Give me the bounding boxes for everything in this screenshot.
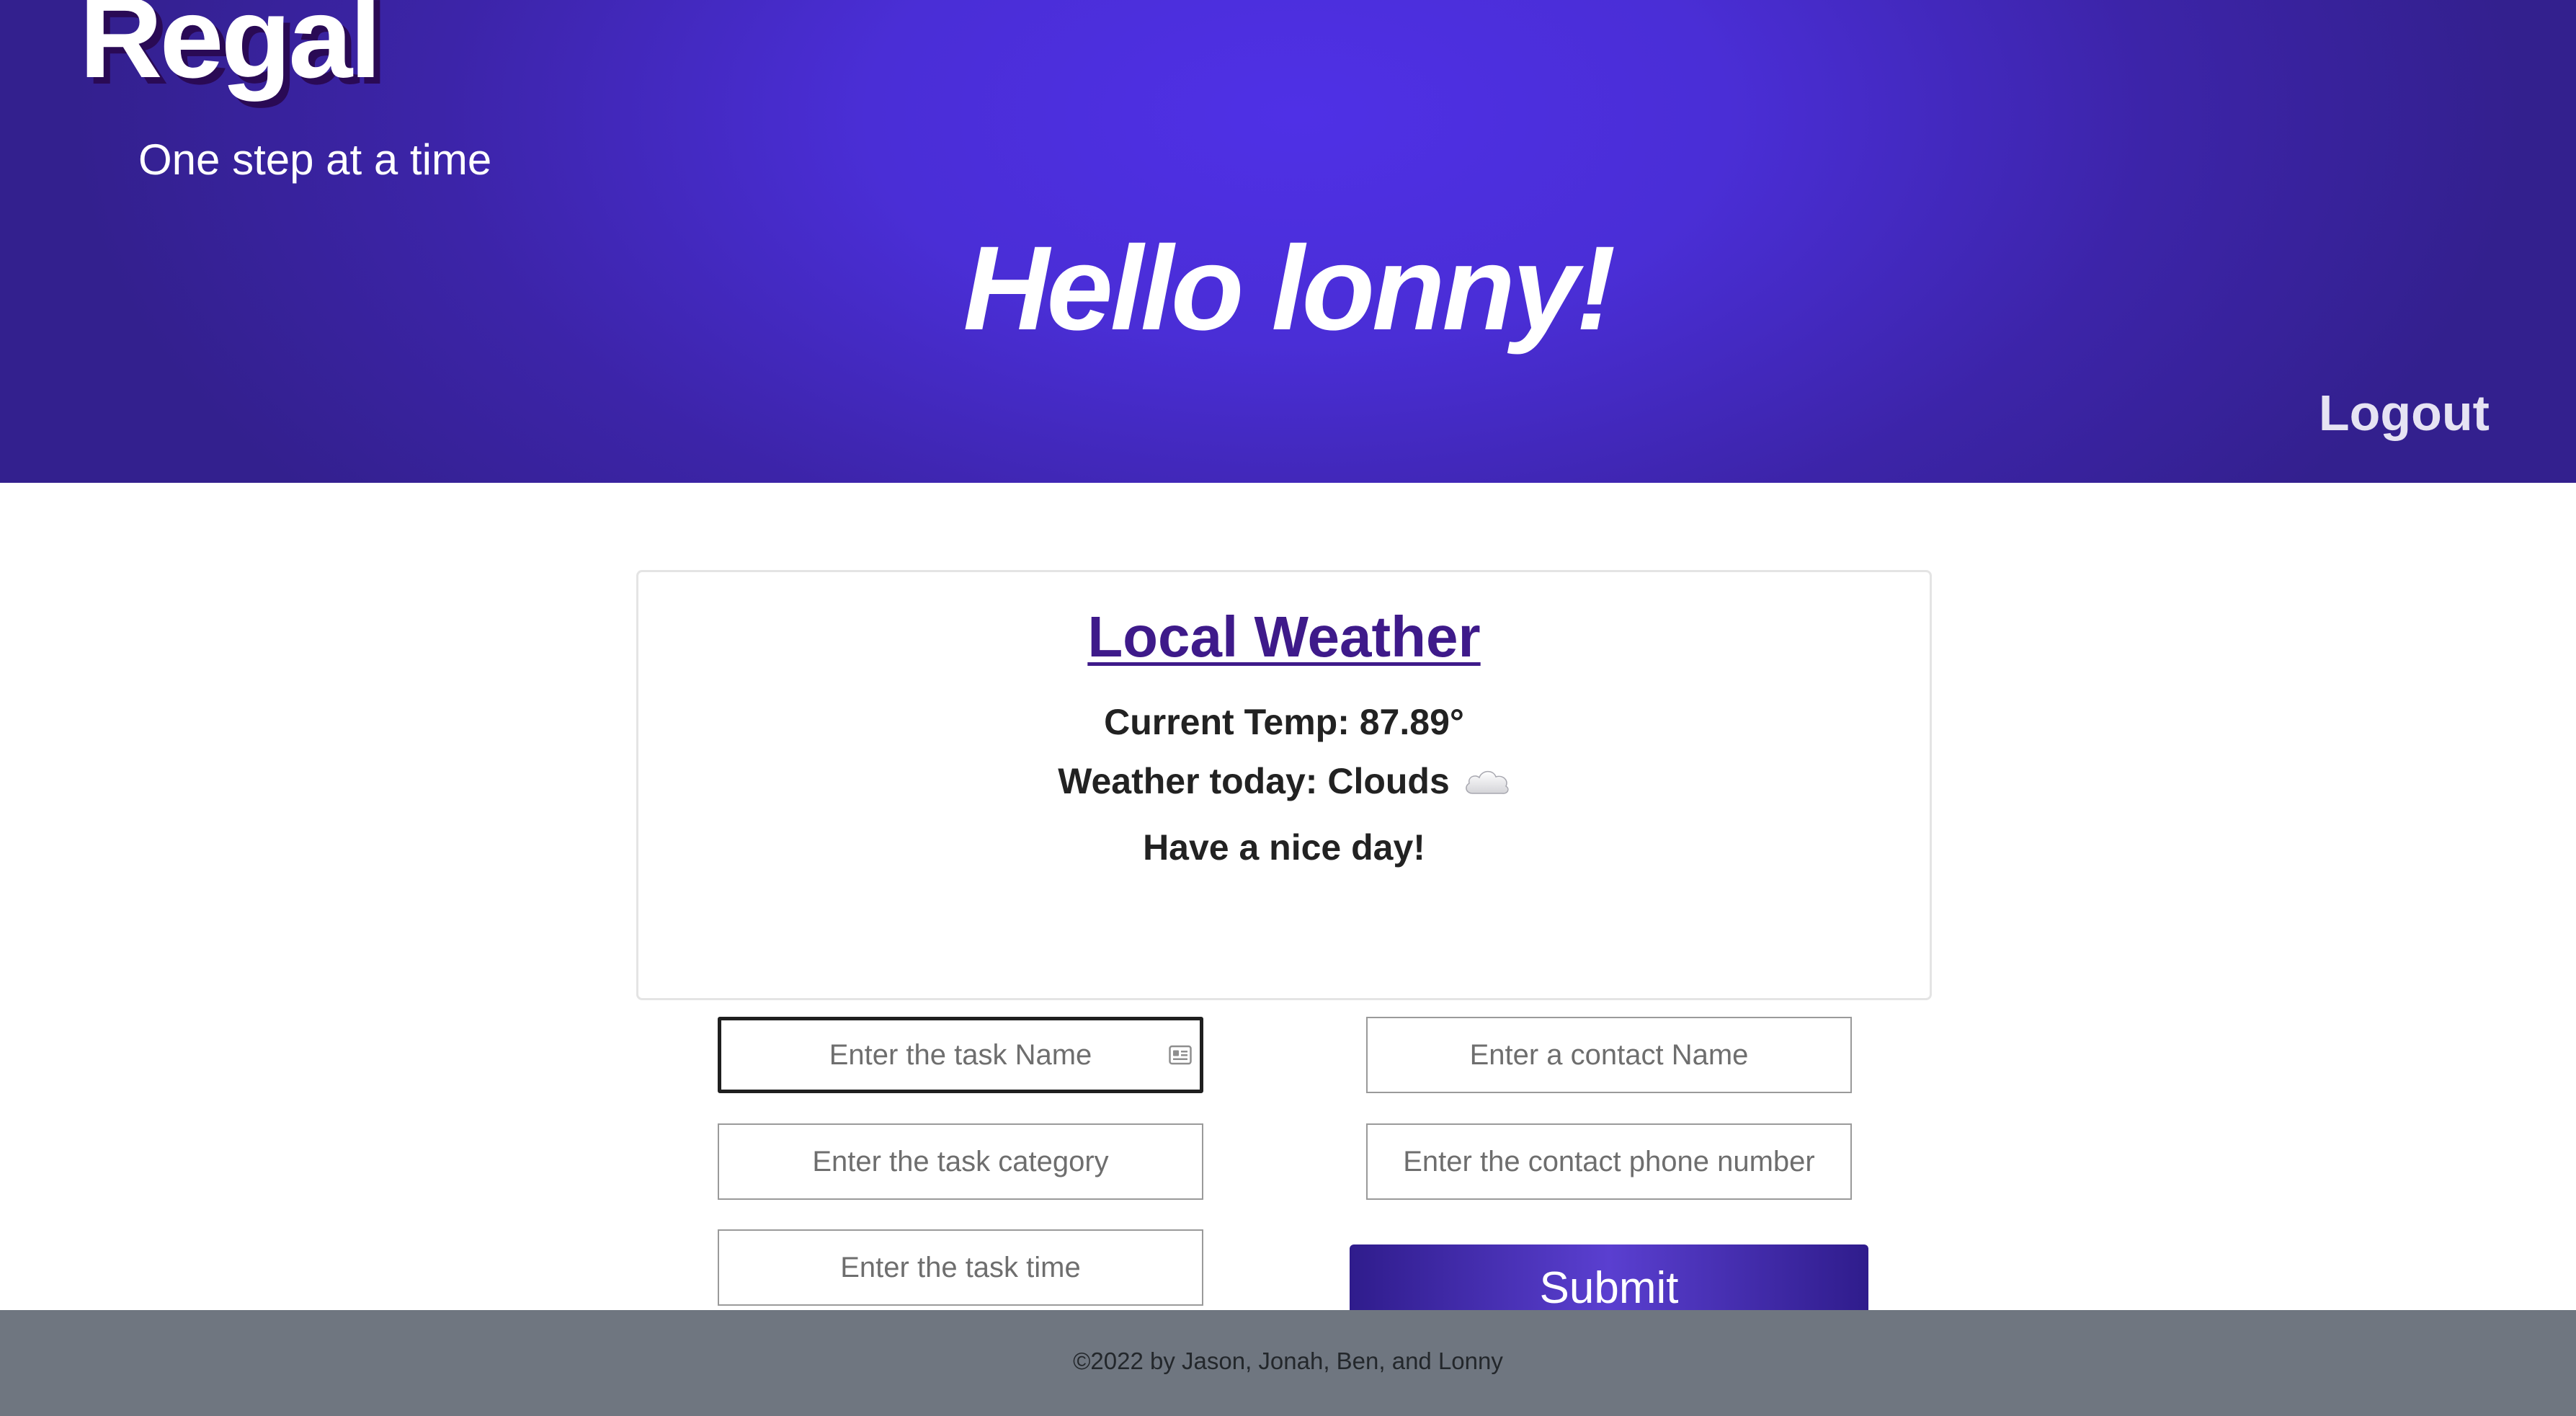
weather-condition-text: Weather today: Clouds [1058, 761, 1450, 801]
task-name-input[interactable] [718, 1017, 1203, 1093]
current-temp: Current Temp: 87.89° [1104, 702, 1464, 742]
weather-title-link[interactable]: Local Weather [638, 608, 1930, 666]
task-category-input[interactable] [718, 1123, 1203, 1200]
contact-card-icon[interactable] [1169, 1045, 1192, 1065]
weather-card: Local Weather Current Temp: 87.89° Weath… [636, 570, 1932, 1000]
cloud-icon [1463, 767, 1510, 795]
task-time-input[interactable] [718, 1229, 1203, 1306]
brand-tagline: One step at a time [138, 135, 492, 184]
page-footer: ©2022 by Jason, Jonah, Ben, and Lonny [0, 1310, 2576, 1416]
page-header: Regal One step at a time Hello lonny! Lo… [0, 0, 2576, 483]
footer-copyright: ©2022 by Jason, Jonah, Ben, and Lonny [1073, 1348, 1503, 1374]
brand-logo: Regal [79, 0, 382, 102]
contact-phone-input[interactable] [1366, 1123, 1852, 1200]
weather-message: Have a nice day! [1143, 827, 1425, 868]
greeting-heading: Hello lonny! [963, 222, 1616, 355]
weather-condition: Weather today: Clouds [638, 763, 1930, 799]
contact-name-input[interactable] [1366, 1017, 1852, 1093]
logout-link[interactable]: Logout [2319, 388, 2490, 438]
